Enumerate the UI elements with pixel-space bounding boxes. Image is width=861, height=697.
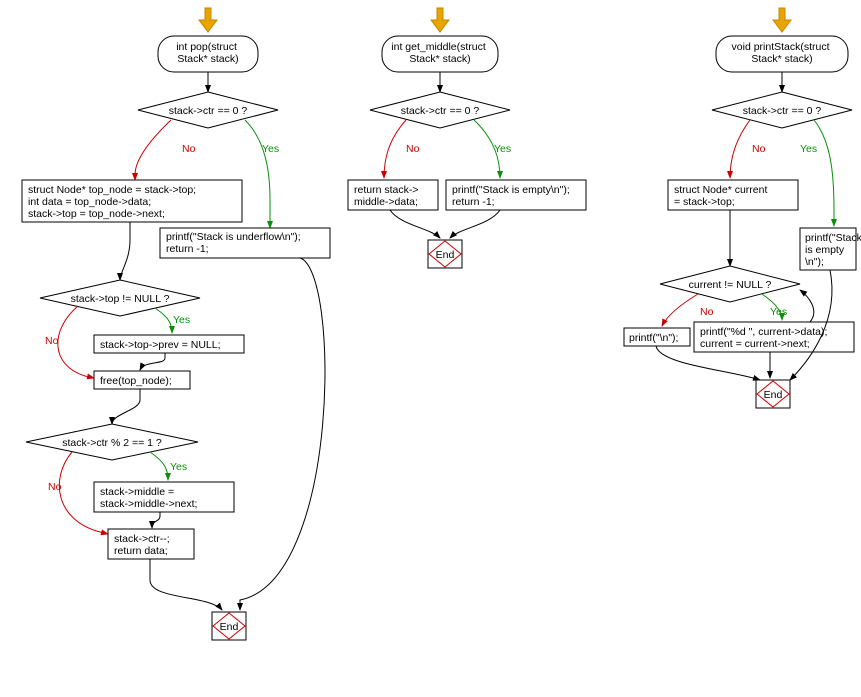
no-label: No	[406, 143, 420, 155]
yes-label: Yes	[494, 143, 511, 155]
pop-box-prevnull-text: stack->top->prev = NULL;	[100, 339, 221, 351]
pop-cond-ctr0-text: stack->ctr == 0 ?	[169, 105, 248, 117]
flowchart-printstack: void printStack(struct Stack* stack) sta…	[624, 8, 861, 408]
edge-no	[58, 306, 94, 378]
getmid-box-ret-text: return stack-> middle->data;	[354, 184, 421, 208]
pop-cond-ctr0: stack->ctr == 0 ?	[138, 92, 278, 128]
pop-cond-topnull: stack->top != NULL ?	[40, 280, 200, 316]
edge	[800, 290, 814, 322]
entry-arrow-icon	[431, 8, 449, 32]
print-cond-ctr0: stack->ctr == 0 ?	[712, 92, 852, 128]
end-label: End	[764, 389, 783, 401]
getmid-cond-ctr0: stack->ctr == 0 ?	[370, 92, 510, 128]
edge	[140, 353, 165, 370]
no-label: No	[700, 306, 714, 318]
no-label: No	[45, 335, 59, 347]
yes-label: Yes	[173, 314, 190, 326]
print-end-node: End	[756, 380, 790, 408]
edge	[120, 222, 130, 280]
edge	[390, 210, 440, 238]
flowchart-get-middle: int get_middle(struct Stack* stack) stac…	[348, 8, 586, 268]
edge-yes	[245, 120, 270, 228]
edge	[240, 258, 325, 610]
pop-cond-mod-text: stack->ctr % 2 == 1 ?	[62, 437, 162, 449]
no-label: No	[752, 143, 766, 155]
edge	[150, 559, 222, 610]
yes-label: Yes	[800, 143, 817, 155]
pop-cond-mod: stack->ctr % 2 == 1 ?	[26, 424, 198, 460]
pop-cond-topnull-text: stack->top != NULL ?	[71, 293, 170, 305]
no-label: No	[182, 143, 196, 155]
pop-end-node: End	[212, 612, 246, 640]
edge-no	[384, 120, 406, 178]
edge-no	[135, 120, 171, 180]
end-label: End	[436, 249, 455, 261]
yes-label: Yes	[262, 143, 279, 155]
pop-box-free-text: free(top_node);	[100, 375, 172, 387]
yes-label: Yes	[170, 461, 187, 473]
entry-arrow-icon	[199, 8, 217, 32]
yes-label: Yes	[770, 306, 787, 318]
edge-yes	[155, 308, 172, 333]
no-label: No	[48, 481, 62, 493]
entry-arrow-icon	[773, 8, 791, 32]
edge	[450, 210, 500, 238]
pop-signature-text: int pop(struct Stack* stack)	[176, 41, 240, 65]
edge-yes	[814, 120, 834, 226]
pop-box-ret-text: stack->ctr--; return data;	[114, 533, 173, 557]
edge-no	[662, 294, 698, 326]
print-cond-ctr0-text: stack->ctr == 0 ?	[743, 105, 822, 117]
getmid-end-node: End	[428, 240, 462, 268]
end-label: End	[220, 621, 239, 633]
print-cond-cur: current != NULL ?	[660, 266, 800, 302]
edge-yes	[150, 452, 168, 480]
edge	[152, 512, 160, 528]
flowchart-pop: int pop(struct Stack* stack) stack->ctr …	[22, 8, 330, 640]
print-box-newline-text: printf("\n");	[629, 332, 678, 344]
edge	[112, 389, 140, 424]
print-cond-cur-text: current != NULL ?	[689, 279, 772, 291]
getmid-cond-ctr0-text: stack->ctr == 0 ?	[401, 105, 480, 117]
edge-no	[730, 120, 750, 178]
flowcharts-canvas: int pop(struct Stack* stack) stack->ctr …	[0, 0, 861, 697]
